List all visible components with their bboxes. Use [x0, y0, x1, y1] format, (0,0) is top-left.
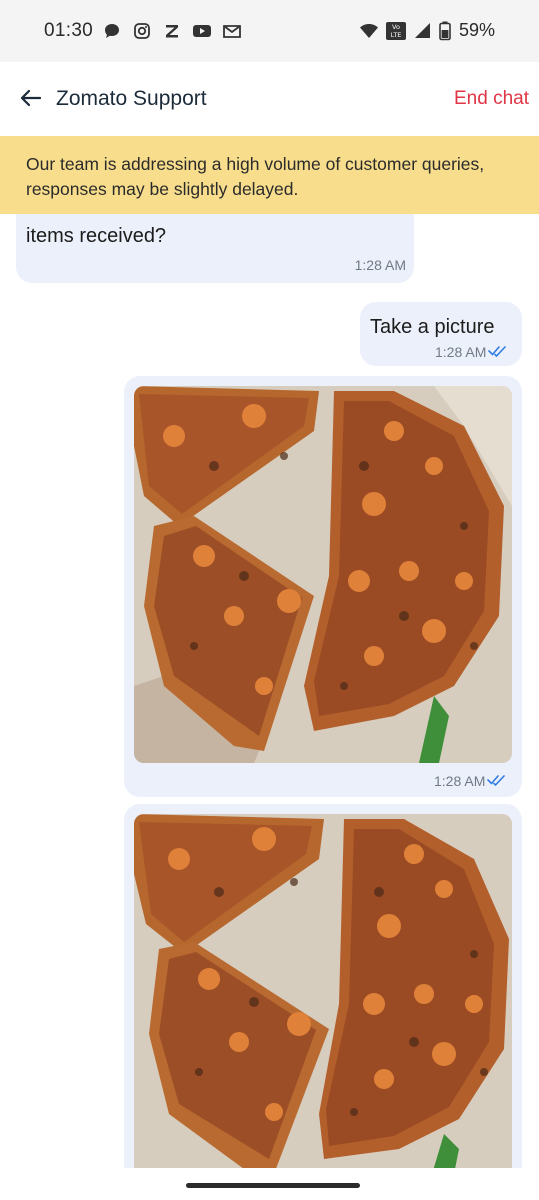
wifi-icon	[359, 21, 379, 41]
double-check-icon	[488, 344, 508, 360]
status-time: 01:30	[44, 20, 94, 41]
volte-icon: Vo LTE	[385, 21, 407, 41]
message-meta: 1:28 AM	[435, 344, 508, 360]
chat-header: Zomato Support End chat	[0, 62, 539, 136]
zomato-z-icon	[162, 21, 182, 41]
back-arrow-icon	[19, 89, 42, 112]
battery-percent: 59%	[458, 20, 495, 40]
message-time: 1:28 AM	[435, 344, 487, 360]
pizza-photo[interactable]	[134, 814, 512, 1168]
double-check-icon	[487, 773, 507, 789]
message-text: Take a picture	[370, 316, 495, 338]
status-bar: 01:30 Vo LTE 59%	[0, 0, 539, 62]
youtube-icon	[192, 21, 212, 41]
delay-notice-banner: Our team is addressing a high volume of …	[0, 136, 539, 214]
notification-icons	[102, 21, 242, 41]
chat-title: Zomato Support	[56, 87, 207, 110]
end-chat-button[interactable]: End chat	[454, 88, 529, 110]
message-meta: 1:28 AM	[434, 773, 507, 789]
svg-text:LTE: LTE	[391, 31, 402, 39]
user-image-message: 1:28 AM	[124, 376, 522, 797]
chat-bubble-icon	[102, 21, 122, 41]
home-gesture-bar[interactable]	[186, 1183, 360, 1188]
battery-icon	[439, 21, 451, 41]
system-icons: Vo LTE 59%	[359, 20, 495, 41]
back-button[interactable]	[16, 86, 44, 114]
message-text: items received?	[26, 225, 167, 247]
instagram-icon	[132, 21, 152, 41]
chat-messages[interactable]: items received? 1:28 AM Take a picture 1…	[0, 214, 539, 1168]
support-message-bubble: items received? 1:28 AM	[16, 214, 414, 283]
message-time: 1:28 AM	[434, 773, 486, 789]
signal-icon	[413, 21, 433, 41]
gmail-icon	[222, 21, 242, 41]
pizza-photo[interactable]	[134, 386, 512, 763]
message-time: 1:28 AM	[354, 257, 406, 273]
user-message-bubble: Take a picture 1:28 AM	[360, 302, 522, 366]
svg-text:Vo: Vo	[392, 23, 400, 31]
user-image-message	[124, 804, 522, 1168]
